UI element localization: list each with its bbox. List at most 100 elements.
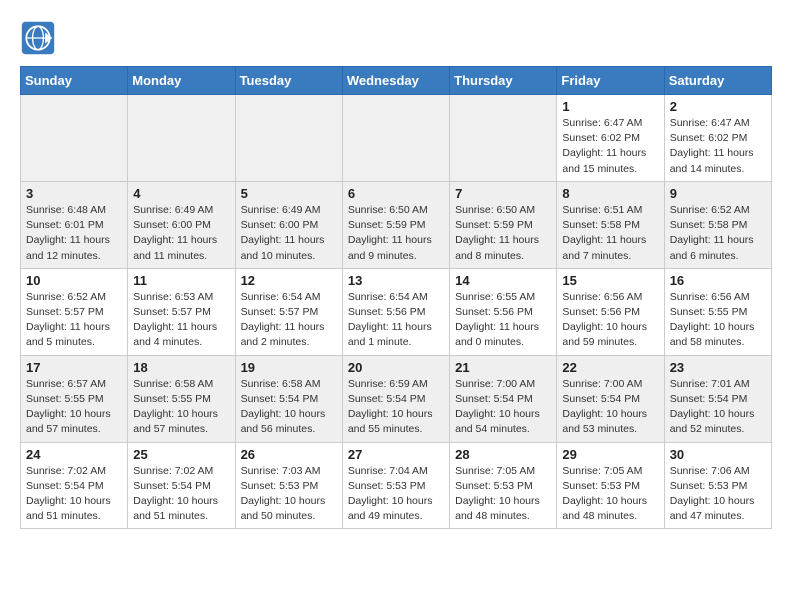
calendar-cell: 7 Sunrise: 6:50 AM Sunset: 5:59 PM Daylig… <box>450 181 557 268</box>
week-row-4: 17 Sunrise: 6:57 AM Sunset: 5:55 PM Dayli… <box>21 355 772 442</box>
day-number: 5 <box>241 186 337 201</box>
header-row: SundayMondayTuesdayWednesdayThursdayFrid… <box>21 67 772 95</box>
calendar-cell: 13Sunrise: 6:54 AM Sunset: 5:56 PM Dayli… <box>342 268 449 355</box>
day-number: 30 <box>670 447 766 462</box>
day-info: Sunrise: 6:58 AM Sunset: 5:55 PM Dayligh… <box>133 377 229 438</box>
day-info: Sunrise: 7:00 AM Sunset: 5:54 PM Dayligh… <box>562 377 658 438</box>
day-info: Sunrise: 7:03 AM Sunset: 5:53 PM Dayligh… <box>241 464 337 525</box>
week-row-3: 10 Sunrise: 6:52 AM Sunset: 5:57 PM Dayli… <box>21 268 772 355</box>
day-info: Sunrise: 6:47 AM Sunset: 6:02 PM Dayligh… <box>670 116 766 177</box>
calendar-cell: 12 Sunrise: 6:54 AM Sunset: 5:57 PM Dayli… <box>235 268 342 355</box>
calendar-cell: 22 Sunrise: 7:00 AM Sunset: 5:54 PM Dayli… <box>557 355 664 442</box>
day-number: 13 <box>348 273 444 288</box>
calendar-cell <box>450 95 557 182</box>
day-info: Sunrise: 7:06 AM Sunset: 5:53 PM Dayligh… <box>670 464 766 525</box>
calendar-cell: 19 Sunrise: 6:58 AM Sunset: 5:54 PM Dayli… <box>235 355 342 442</box>
day-info: Sunrise: 7:05 AM Sunset: 5:53 PM Dayligh… <box>562 464 658 525</box>
day-info: Sunrise: 6:47 AM Sunset: 6:02 PM Dayligh… <box>562 116 658 177</box>
calendar-cell: 23 Sunrise: 7:01 AM Sunset: 5:54 PM Dayli… <box>664 355 771 442</box>
page-header <box>20 20 772 56</box>
calendar-cell: 16 Sunrise: 6:56 AM Sunset: 5:55 PM Dayli… <box>664 268 771 355</box>
calendar-cell: 14 Sunrise: 6:55 AM Sunset: 5:56 PM Dayli… <box>450 268 557 355</box>
day-number: 28 <box>455 447 551 462</box>
calendar-table: SundayMondayTuesdayWednesdayThursdayFrid… <box>20 66 772 529</box>
day-info: Sunrise: 7:04 AM Sunset: 5:53 PM Dayligh… <box>348 464 444 525</box>
day-number: 24 <box>26 447 122 462</box>
day-number: 10 <box>26 273 122 288</box>
day-number: 19 <box>241 360 337 375</box>
calendar-cell: 5 Sunrise: 6:49 AM Sunset: 6:00 PM Daylig… <box>235 181 342 268</box>
day-info: Sunrise: 6:52 AM Sunset: 5:58 PM Dayligh… <box>670 203 766 264</box>
calendar-cell: 28 Sunrise: 7:05 AM Sunset: 5:53 PM Dayli… <box>450 442 557 529</box>
logo-icon <box>20 20 56 56</box>
day-number: 8 <box>562 186 658 201</box>
day-info: Sunrise: 6:48 AM Sunset: 6:01 PM Dayligh… <box>26 203 122 264</box>
day-info: Sunrise: 6:55 AM Sunset: 5:56 PM Dayligh… <box>455 290 551 351</box>
calendar-cell: 6 Sunrise: 6:50 AM Sunset: 5:59 PM Daylig… <box>342 181 449 268</box>
column-header-wednesday: Wednesday <box>342 67 449 95</box>
day-number: 22 <box>562 360 658 375</box>
day-info: Sunrise: 6:49 AM Sunset: 6:00 PM Dayligh… <box>241 203 337 264</box>
day-info: Sunrise: 6:54 AM Sunset: 5:57 PM Dayligh… <box>241 290 337 351</box>
day-info: Sunrise: 7:01 AM Sunset: 5:54 PM Dayligh… <box>670 377 766 438</box>
day-info: Sunrise: 6:56 AM Sunset: 5:56 PM Dayligh… <box>562 290 658 351</box>
day-number: 6 <box>348 186 444 201</box>
day-info: Sunrise: 7:02 AM Sunset: 5:54 PM Dayligh… <box>26 464 122 525</box>
column-header-tuesday: Tuesday <box>235 67 342 95</box>
calendar-cell: 11Sunrise: 6:53 AM Sunset: 5:57 PM Dayli… <box>128 268 235 355</box>
calendar-cell <box>128 95 235 182</box>
day-number: 4 <box>133 186 229 201</box>
day-number: 9 <box>670 186 766 201</box>
calendar-cell: 21 Sunrise: 7:00 AM Sunset: 5:54 PM Dayli… <box>450 355 557 442</box>
day-number: 3 <box>26 186 122 201</box>
calendar-cell: 1 Sunrise: 6:47 AM Sunset: 6:02 PM Daylig… <box>557 95 664 182</box>
day-number: 21 <box>455 360 551 375</box>
calendar-cell: 17 Sunrise: 6:57 AM Sunset: 5:55 PM Dayli… <box>21 355 128 442</box>
day-number: 18 <box>133 360 229 375</box>
day-info: Sunrise: 6:59 AM Sunset: 5:54 PM Dayligh… <box>348 377 444 438</box>
calendar-cell: 27 Sunrise: 7:04 AM Sunset: 5:53 PM Dayli… <box>342 442 449 529</box>
day-info: Sunrise: 6:49 AM Sunset: 6:00 PM Dayligh… <box>133 203 229 264</box>
day-info: Sunrise: 6:50 AM Sunset: 5:59 PM Dayligh… <box>348 203 444 264</box>
day-info: Sunrise: 6:57 AM Sunset: 5:55 PM Dayligh… <box>26 377 122 438</box>
day-number: 15 <box>562 273 658 288</box>
calendar-cell: 24 Sunrise: 7:02 AM Sunset: 5:54 PM Dayli… <box>21 442 128 529</box>
column-header-sunday: Sunday <box>21 67 128 95</box>
day-number: 23 <box>670 360 766 375</box>
day-info: Sunrise: 6:51 AM Sunset: 5:58 PM Dayligh… <box>562 203 658 264</box>
day-info: Sunrise: 7:02 AM Sunset: 5:54 PM Dayligh… <box>133 464 229 525</box>
day-number: 26 <box>241 447 337 462</box>
day-number: 27 <box>348 447 444 462</box>
day-number: 7 <box>455 186 551 201</box>
day-info: Sunrise: 6:56 AM Sunset: 5:55 PM Dayligh… <box>670 290 766 351</box>
week-row-1: 1 Sunrise: 6:47 AM Sunset: 6:02 PM Daylig… <box>21 95 772 182</box>
day-number: 14 <box>455 273 551 288</box>
calendar-cell: 4 Sunrise: 6:49 AM Sunset: 6:00 PM Daylig… <box>128 181 235 268</box>
day-info: Sunrise: 6:53 AM Sunset: 5:57 PM Dayligh… <box>133 290 229 351</box>
day-number: 29 <box>562 447 658 462</box>
calendar-cell: 2 Sunrise: 6:47 AM Sunset: 6:02 PM Daylig… <box>664 95 771 182</box>
column-header-thursday: Thursday <box>450 67 557 95</box>
column-header-monday: Monday <box>128 67 235 95</box>
calendar-cell: 26 Sunrise: 7:03 AM Sunset: 5:53 PM Dayli… <box>235 442 342 529</box>
calendar-cell <box>21 95 128 182</box>
day-info: Sunrise: 6:50 AM Sunset: 5:59 PM Dayligh… <box>455 203 551 264</box>
calendar-cell <box>342 95 449 182</box>
calendar-cell: 3 Sunrise: 6:48 AM Sunset: 6:01 PM Daylig… <box>21 181 128 268</box>
day-number: 16 <box>670 273 766 288</box>
day-info: Sunrise: 7:00 AM Sunset: 5:54 PM Dayligh… <box>455 377 551 438</box>
calendar-cell: 25Sunrise: 7:02 AM Sunset: 5:54 PM Dayli… <box>128 442 235 529</box>
day-info: Sunrise: 6:58 AM Sunset: 5:54 PM Dayligh… <box>241 377 337 438</box>
calendar-cell: 29 Sunrise: 7:05 AM Sunset: 5:53 PM Dayli… <box>557 442 664 529</box>
day-number: 2 <box>670 99 766 114</box>
day-number: 12 <box>241 273 337 288</box>
day-number: 17 <box>26 360 122 375</box>
day-info: Sunrise: 6:52 AM Sunset: 5:57 PM Dayligh… <box>26 290 122 351</box>
day-number: 1 <box>562 99 658 114</box>
day-info: Sunrise: 7:05 AM Sunset: 5:53 PM Dayligh… <box>455 464 551 525</box>
calendar-cell: 20 Sunrise: 6:59 AM Sunset: 5:54 PM Dayli… <box>342 355 449 442</box>
day-number: 20 <box>348 360 444 375</box>
calendar-cell: 15 Sunrise: 6:56 AM Sunset: 5:56 PM Dayli… <box>557 268 664 355</box>
calendar-cell: 10 Sunrise: 6:52 AM Sunset: 5:57 PM Dayli… <box>21 268 128 355</box>
calendar-cell: 30 Sunrise: 7:06 AM Sunset: 5:53 PM Dayli… <box>664 442 771 529</box>
